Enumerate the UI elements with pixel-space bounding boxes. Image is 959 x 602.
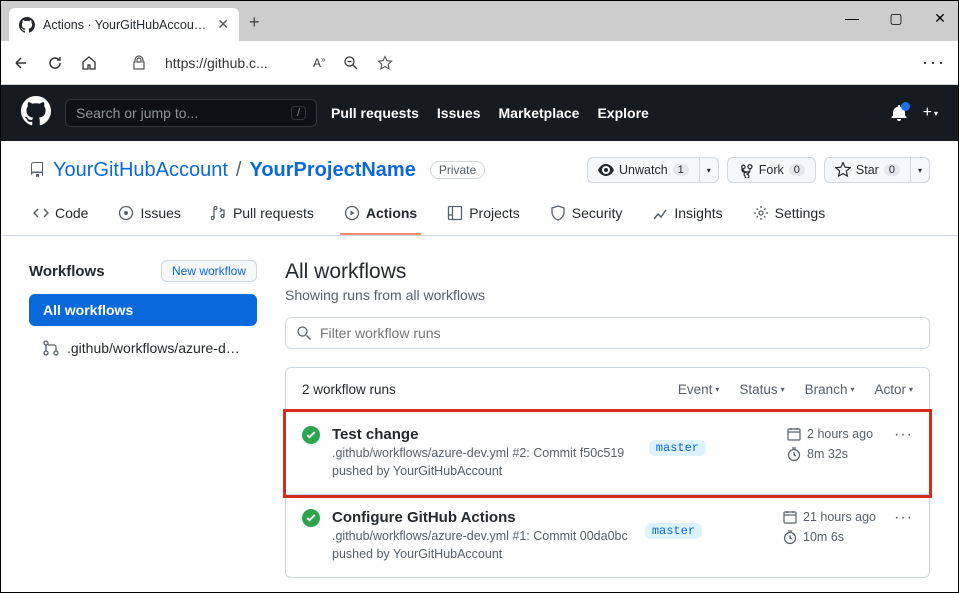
page-subtitle: Showing runs from all workflows xyxy=(285,287,930,303)
run-row[interactable]: Configure GitHub Actions .github/workflo… xyxy=(286,495,929,577)
search-icon xyxy=(296,325,312,341)
star-caret[interactable]: ▾ xyxy=(910,157,930,183)
stopwatch-icon xyxy=(786,446,802,462)
new-workflow-button[interactable]: New workflow xyxy=(161,260,257,282)
repo-name-link[interactable]: YourProjectName xyxy=(249,159,415,182)
github-icon xyxy=(19,17,35,33)
success-icon xyxy=(302,509,320,527)
run-row[interactable]: Test change .github/workflows/azure-dev.… xyxy=(286,412,929,495)
address-bar[interactable]: https://github.c... xyxy=(165,55,295,71)
tab-settings[interactable]: Settings xyxy=(749,197,830,235)
refresh-button[interactable] xyxy=(47,54,63,72)
back-button[interactable] xyxy=(13,54,29,72)
unwatch-label: Unwatch xyxy=(619,163,668,177)
global-nav: Pull requests Issues Marketplace Explore xyxy=(331,105,877,121)
runs-count: 2 workflow runs xyxy=(302,382,658,397)
notifications-icon[interactable] xyxy=(891,104,907,122)
unwatch-caret[interactable]: ▾ xyxy=(699,157,719,183)
calendar-icon xyxy=(782,509,798,525)
unwatch-count: 1 xyxy=(673,164,689,176)
sidebar-item-all-workflows[interactable]: All workflows xyxy=(29,294,257,326)
minimize-button[interactable]: — xyxy=(843,10,861,27)
filter-field[interactable] xyxy=(320,325,919,341)
run-title: Test change xyxy=(332,426,637,443)
run-menu-button[interactable]: ··· xyxy=(894,509,913,527)
tab-insights[interactable]: Insights xyxy=(648,197,726,235)
new-dropdown[interactable]: +▾ xyxy=(923,104,938,122)
tab-code[interactable]: Code xyxy=(29,197,92,235)
run-subtitle: .github/workflows/azure-dev.yml #1: Comm… xyxy=(332,528,633,563)
browser-toolbar: https://github.c... A» ··· xyxy=(1,41,958,85)
workflow-icon xyxy=(43,340,59,356)
browser-tab[interactable]: Actions · YourGitHubAccount/Yo ✕ xyxy=(9,8,239,41)
repo-icon xyxy=(29,161,45,179)
nav-pulls[interactable]: Pull requests xyxy=(331,105,419,121)
repo-sep: / xyxy=(236,159,242,182)
fork-count: 0 xyxy=(789,164,805,176)
run-meta: 21 hours ago 10m 6s xyxy=(782,509,876,545)
lock-icon xyxy=(131,54,147,72)
tab-title: Actions · YourGitHubAccount/Yo xyxy=(43,18,209,32)
favorite-icon[interactable] xyxy=(377,54,393,72)
tab-actions[interactable]: Actions xyxy=(340,197,421,235)
search-input[interactable]: Search or jump to... / xyxy=(65,99,317,127)
runs-list: 2 workflow runs Event ▾ Status ▾ Branch … xyxy=(285,367,930,578)
filter-branch[interactable]: Branch ▾ xyxy=(805,382,855,397)
filter-actor[interactable]: Actor ▾ xyxy=(874,382,913,397)
page-title: All workflows xyxy=(285,260,930,284)
branch-badge[interactable]: master xyxy=(649,440,706,456)
branch-badge[interactable]: master xyxy=(645,523,702,539)
browser-menu-button[interactable]: ··· xyxy=(922,52,946,73)
slash-key-hint: / xyxy=(291,106,306,120)
tab-strip: Actions · YourGitHubAccount/Yo ✕ + — ▢ ✕ xyxy=(1,1,958,41)
filter-status[interactable]: Status ▾ xyxy=(739,382,784,397)
filter-event[interactable]: Event ▾ xyxy=(678,382,720,397)
star-button[interactable]: Star 0 xyxy=(824,157,910,183)
tab-security[interactable]: Security xyxy=(546,197,627,235)
sidebar-item-workflow-file[interactable]: .github/workflows/azure-dev.... xyxy=(29,332,257,364)
star-count: 0 xyxy=(884,164,900,176)
run-title: Configure GitHub Actions xyxy=(332,509,633,526)
run-subtitle: .github/workflows/azure-dev.yml #2: Comm… xyxy=(332,445,637,480)
main-content: All workflows Showing runs from all work… xyxy=(285,260,930,578)
github-logo-icon[interactable] xyxy=(21,96,51,131)
repo-owner-link[interactable]: YourGitHubAccount xyxy=(53,159,228,182)
nav-issues[interactable]: Issues xyxy=(437,105,481,121)
zoom-icon[interactable] xyxy=(343,54,359,72)
notification-dot-icon xyxy=(901,102,910,111)
tab-projects[interactable]: Projects xyxy=(443,197,524,235)
maximize-button[interactable]: ▢ xyxy=(887,10,905,27)
tab-close-icon[interactable]: ✕ xyxy=(217,16,229,33)
filter-input[interactable] xyxy=(285,317,930,349)
success-icon xyxy=(302,426,320,444)
tab-issues[interactable]: Issues xyxy=(114,197,184,235)
sidebar-heading: Workflows xyxy=(29,263,105,280)
run-meta: 2 hours ago 8m 32s xyxy=(786,426,876,462)
sidebar: Workflows New workflow All workflows .gi… xyxy=(29,260,257,578)
unwatch-button[interactable]: Unwatch 1 xyxy=(587,157,699,183)
fork-label: Fork xyxy=(759,163,784,177)
run-menu-button[interactable]: ··· xyxy=(894,426,913,444)
visibility-badge: Private xyxy=(430,161,485,179)
github-header: Search or jump to... / Pull requests Iss… xyxy=(1,85,958,141)
new-tab-button[interactable]: + xyxy=(239,12,270,33)
search-placeholder-text: Search or jump to... xyxy=(76,105,291,121)
calendar-icon xyxy=(786,426,802,442)
star-label: Star xyxy=(856,163,879,177)
window-controls: — ▢ ✕ xyxy=(843,10,949,27)
tab-pulls[interactable]: Pull requests xyxy=(207,197,318,235)
nav-marketplace[interactable]: Marketplace xyxy=(499,105,580,121)
nav-explore[interactable]: Explore xyxy=(597,105,648,121)
reader-icon[interactable]: A» xyxy=(313,55,325,70)
home-button[interactable] xyxy=(81,54,97,72)
repo-header: YourGitHubAccount / YourProjectName Priv… xyxy=(1,141,958,236)
close-window-button[interactable]: ✕ xyxy=(931,10,949,27)
browser-chrome: Actions · YourGitHubAccount/Yo ✕ + — ▢ ✕… xyxy=(1,1,958,85)
stopwatch-icon xyxy=(782,529,798,545)
fork-button[interactable]: Fork 0 xyxy=(727,157,816,183)
